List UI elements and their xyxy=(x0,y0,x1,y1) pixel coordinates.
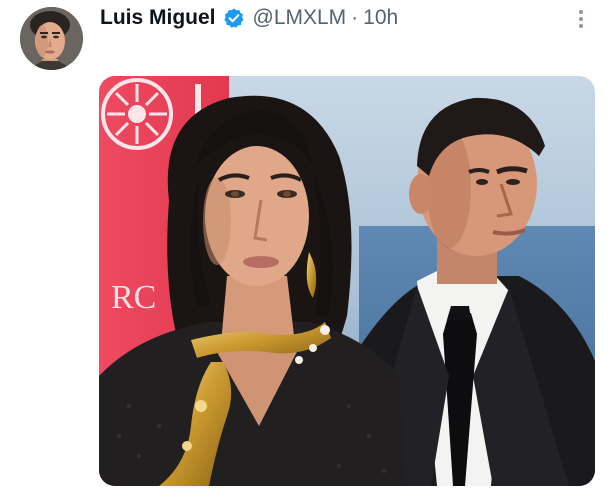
tweet-media-photo[interactable]: RC xyxy=(99,76,595,486)
backdrop-text: RC xyxy=(111,279,156,316)
dot-separator: · xyxy=(351,6,359,29)
tweet-header: Luis Miguel @LMXLM · 10h xyxy=(100,4,398,32)
tweet-card: Luis Miguel @LMXLM · 10h RC xyxy=(0,0,613,500)
avatar[interactable] xyxy=(20,7,83,70)
verified-badge-icon xyxy=(223,7,245,29)
timestamp[interactable]: 10h xyxy=(363,6,398,30)
display-name[interactable]: Luis Miguel xyxy=(100,6,216,30)
photo-image: RC xyxy=(99,76,595,486)
avatar-image xyxy=(20,7,83,70)
more-vertical-icon[interactable] xyxy=(571,8,591,30)
user-handle[interactable]: @LMXLM xyxy=(253,6,347,30)
